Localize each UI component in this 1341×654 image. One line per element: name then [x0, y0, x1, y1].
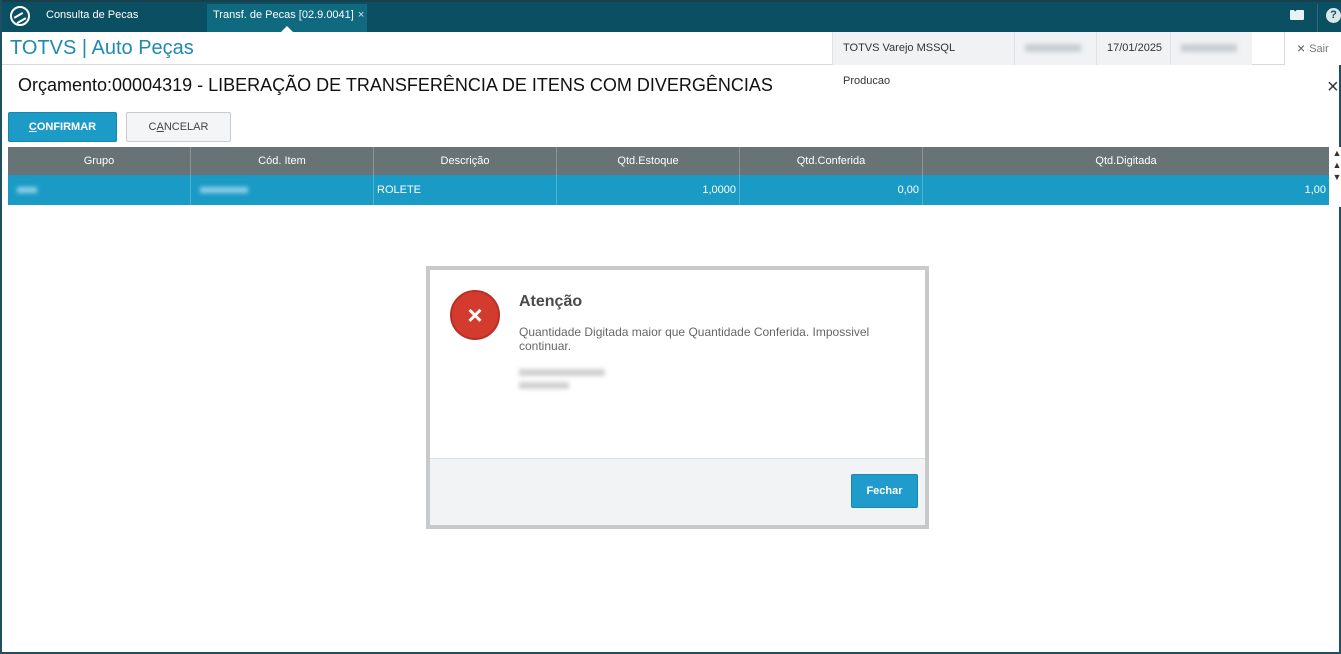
column-header-qtd-estoque[interactable]: Qtd.Estoque	[557, 147, 740, 175]
tab-label: Transf. de Pecas [02.9.0041]	[213, 9, 354, 21]
column-header-qtd-conferida[interactable]: Qtd.Conferida	[740, 147, 923, 175]
column-header-qtd-digitada[interactable]: Qtd.Digitada	[923, 147, 1329, 175]
cell-qtd-estoque: 1,0000	[557, 175, 740, 205]
column-header-descricao[interactable]: Descrição	[374, 147, 557, 175]
exit-label: Sair	[1309, 43, 1329, 55]
redacted-branch	[1170, 32, 1252, 65]
mail-icon[interactable]	[1290, 10, 1304, 20]
column-header-grupo[interactable]: Grupo	[8, 147, 191, 175]
redacted-detail	[519, 382, 569, 389]
cell-qtd-digitada: 1,00	[1304, 184, 1326, 196]
redacted-user	[1014, 32, 1096, 65]
dialog-footer: Fechar	[430, 458, 925, 525]
close-dialog-button[interactable]: Fechar	[851, 474, 918, 508]
confirm-label: ONFIRMAR	[36, 121, 97, 133]
tab-transf-pecas[interactable]: Transf. de Pecas [02.9.0041] ×	[207, 4, 367, 32]
confirm-hotkey: C	[28, 121, 37, 133]
close-icon: ×	[1297, 40, 1306, 56]
tab-close-icon[interactable]: ×	[358, 9, 364, 21]
close-icon[interactable]: ×	[1327, 76, 1339, 99]
cell-descricao: ROLETE	[374, 175, 557, 205]
dialog-title: Atenção	[519, 293, 583, 310]
cancel-label: NCELAR	[163, 121, 209, 133]
cancel-hotkey: A	[156, 121, 164, 133]
confirm-button[interactable]: CONFIRMAR	[8, 112, 117, 142]
app-header: TOTVS | Auto Peças TOTVS Varejo MSSQL Pr…	[2, 32, 1341, 87]
exit-button[interactable]: × Sair	[1284, 32, 1341, 65]
scroll-top-icon[interactable]: ▲	[1331, 147, 1341, 159]
cell-cod-item	[191, 175, 374, 205]
scroll-up-icon[interactable]: ▲	[1331, 159, 1341, 171]
app-title: TOTVS | Auto Peças	[10, 37, 194, 59]
page-title: Orçamento:00004319 - LIBERAÇÃO DE TRANSF…	[18, 75, 773, 95]
date-label: 17/01/2025	[1096, 32, 1170, 65]
totvs-logo-icon[interactable]	[10, 6, 30, 26]
tab-consulta-pecas[interactable]: Consulta de Pecas [02.9.0041]×	[40, 4, 206, 43]
environment-label: TOTVS Varejo MSSQL Producao	[832, 32, 1014, 87]
dialog-message: Quantidade Digitada maior que Quantidade…	[519, 325, 870, 353]
redacted-detail	[519, 369, 605, 376]
cancel-button[interactable]: CANCELAR	[126, 112, 231, 142]
column-header-cod-item[interactable]: Cód. Item	[191, 147, 374, 175]
cell-grupo	[8, 175, 191, 205]
alert-dialog: × Atenção Quantidade Digitada maior que …	[430, 270, 925, 525]
help-icon[interactable]: ?	[1326, 8, 1341, 23]
divider	[1317, 4, 1318, 32]
tab-bar: Consulta de Pecas [02.9.0041]× Transf. d…	[2, 0, 1341, 43]
grid-header: Grupo Cód. Item Descrição Qtd.Estoque Qt…	[8, 147, 1329, 175]
alert-dialog-frame: × Atenção Quantidade Digitada maior que …	[426, 266, 929, 529]
scroll-down-icon[interactable]: ▼	[1331, 171, 1341, 183]
error-icon: ×	[450, 290, 500, 340]
table-row[interactable]: ROLETE 1,0000 0,00 1,00	[8, 175, 1329, 205]
cell-qtd-conferida: 0,00	[740, 175, 923, 205]
grid-scrollbar[interactable]: ▲ ▲ ▼	[1331, 147, 1341, 207]
